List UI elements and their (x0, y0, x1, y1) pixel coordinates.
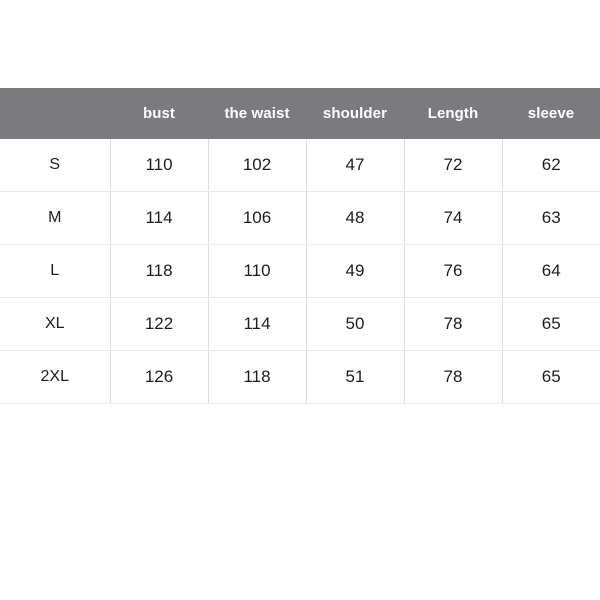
cell-bust: 118 (110, 244, 209, 298)
cell-bust: 122 (110, 297, 209, 351)
cell-sleeve: 62 (502, 139, 600, 192)
cell-bust: 126 (110, 350, 209, 404)
size-chart-container: bust the waist shoulder Length sleeve S … (0, 88, 600, 404)
cell-waist: 118 (208, 350, 307, 404)
table-row: M 114 106 48 74 63 (0, 191, 600, 245)
cell-shoulder: 47 (306, 139, 405, 192)
header-cell-waist: the waist (224, 105, 290, 122)
header-cell-shoulder: shoulder (322, 105, 388, 122)
header-cell-length: Length (427, 105, 479, 122)
header-cell-sleeve: sleeve (527, 105, 575, 122)
cell-length: 76 (404, 244, 503, 298)
cell-shoulder: 50 (306, 297, 405, 351)
cell-size: M (0, 191, 111, 245)
cell-size: L (0, 244, 111, 298)
table-row: XL 122 114 50 78 65 (0, 297, 600, 351)
cell-length: 74 (404, 191, 503, 245)
cell-shoulder: 49 (306, 244, 405, 298)
table-body: S 110 102 47 72 62 M 114 106 48 74 63 L … (0, 139, 600, 404)
table-row: S 110 102 47 72 62 (0, 139, 600, 192)
cell-bust: 114 (110, 191, 209, 245)
cell-size: 2XL (0, 350, 111, 404)
cell-length: 72 (404, 139, 503, 192)
cell-waist: 106 (208, 191, 307, 245)
table-header: bust the waist shoulder Length sleeve (0, 88, 600, 139)
header-cell-bust: bust (142, 105, 176, 122)
cell-sleeve: 64 (502, 244, 600, 298)
table-row: 2XL 126 118 51 78 65 (0, 350, 600, 404)
cell-length: 78 (404, 297, 503, 351)
cell-sleeve: 65 (502, 297, 600, 351)
cell-size: XL (0, 297, 111, 351)
cell-waist: 110 (208, 244, 307, 298)
size-chart-table: bust the waist shoulder Length sleeve S … (0, 88, 600, 404)
cell-size: S (0, 139, 111, 192)
cell-shoulder: 48 (306, 191, 405, 245)
header-cell-size (0, 88, 110, 139)
cell-waist: 102 (208, 139, 307, 192)
header-row: bust the waist shoulder Length sleeve (0, 88, 600, 139)
cell-sleeve: 63 (502, 191, 600, 245)
cell-waist: 114 (208, 297, 307, 351)
cell-sleeve: 65 (502, 350, 600, 404)
table-row: L 118 110 49 76 64 (0, 244, 600, 298)
cell-length: 78 (404, 350, 503, 404)
cell-shoulder: 51 (306, 350, 405, 404)
cell-bust: 110 (110, 139, 209, 192)
